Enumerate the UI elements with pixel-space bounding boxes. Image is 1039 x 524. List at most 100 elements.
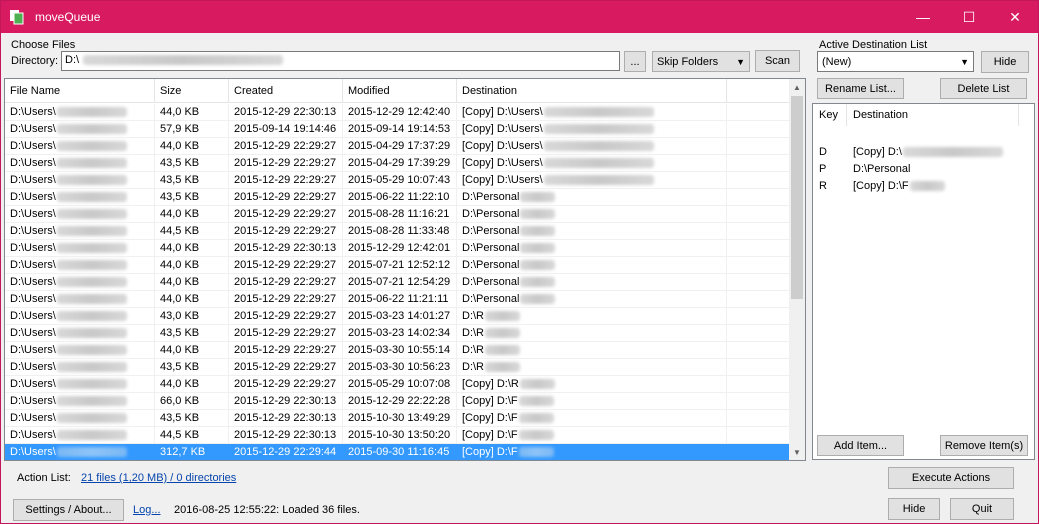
table-row[interactable]: D:\Users\ 44,5 KB 2015-12-29 22:30:13 2015-… — [5, 427, 791, 444]
table-row[interactable]: D:\Users\ 43,5 KB 2015-12-29 22:29:27 2015-… — [5, 325, 791, 342]
file-name-cell-text: D:\Users\ — [10, 140, 56, 152]
table-row[interactable]: D:\Users\ 44,0 KB 2015-12-29 22:30:13 2015-… — [5, 104, 791, 121]
key-destination-text: [Copy] D:\ — [853, 146, 902, 158]
file-list-header: File Name Size Created Modified Destinat… — [5, 79, 791, 103]
spacer-cell — [727, 376, 791, 393]
table-row[interactable]: D:\Users\ 44,0 KB 2015-12-29 22:29:27 2015-… — [5, 291, 791, 308]
scan-button[interactable]: Scan — [755, 50, 800, 72]
skip-folders-select[interactable]: Skip Folders ▼ — [652, 51, 750, 72]
created-cell-text: 2015-12-29 22:29:27 — [234, 361, 337, 373]
column-spacer — [727, 79, 791, 103]
created-cell: 2015-12-29 22:29:27 — [229, 223, 343, 240]
table-row[interactable]: D:\Users\ 43,0 KB 2015-12-29 22:29:27 2015-… — [5, 308, 791, 325]
table-row[interactable]: D:\Users\ 44,0 KB 2015-12-29 22:29:27 2015-… — [5, 376, 791, 393]
destination-cell-text: [Copy] D:\F — [462, 395, 518, 407]
execute-actions-button[interactable]: Execute Actions — [888, 467, 1014, 489]
size-cell-text: 44,0 KB — [160, 259, 200, 271]
redacted-text — [56, 192, 127, 203]
action-list-link[interactable]: 21 files (1,20 MB) / 0 directories — [81, 472, 236, 484]
column-key-destination[interactable]: Destination — [847, 104, 1019, 126]
size-cell: 57,9 KB — [155, 121, 229, 138]
table-row[interactable]: D:\Users\ 312,7 KB 2015-12-29 22:29:44 2015… — [5, 444, 791, 460]
remove-items-button[interactable]: Remove Item(s) — [940, 435, 1028, 456]
column-key[interactable]: Key — [813, 104, 847, 126]
file-name-cell: D:\Users\ — [5, 155, 155, 172]
scroll-up-icon[interactable]: ▲ — [789, 79, 805, 95]
file-name-cell-text: D:\Users\ — [10, 123, 56, 135]
title-bar[interactable]: moveQueue — ☐ ✕ — [1, 1, 1038, 33]
file-name-cell: D:\Users\ — [5, 427, 155, 444]
table-row[interactable]: D:\Users\ 44,0 KB 2015-12-29 22:29:27 2015-… — [5, 274, 791, 291]
maximize-icon[interactable]: ☐ — [946, 1, 992, 33]
log-link[interactable]: Log... — [133, 504, 161, 516]
quit-button[interactable]: Quit — [950, 498, 1014, 520]
column-modified[interactable]: Modified — [343, 79, 457, 103]
size-cell: 44,5 KB — [155, 427, 229, 444]
rename-list-button[interactable]: Rename List... — [817, 78, 904, 99]
table-row[interactable]: D:\Users\ 44,0 KB 2015-12-29 22:30:13 2015-… — [5, 240, 791, 257]
table-row[interactable]: D:\Users\ 66,0 KB 2015-12-29 22:30:13 2015-… — [5, 393, 791, 410]
table-row[interactable]: D:\Users\ 44,0 KB 2015-12-29 22:29:27 2015-… — [5, 206, 791, 223]
modified-cell-text: 2015-09-14 19:14:53 — [348, 123, 451, 135]
file-name-cell-text: D:\Users\ — [10, 344, 56, 356]
table-row[interactable]: D:\Users\ 43,5 KB 2015-12-29 22:29:27 2015-… — [5, 172, 791, 189]
directory-input[interactable]: D:\ — [61, 51, 620, 71]
browse-button[interactable]: ... — [624, 51, 646, 72]
table-row[interactable]: D:\Users\ 44,0 KB 2015-12-29 22:29:27 2015-… — [5, 138, 791, 155]
add-item-button[interactable]: Add Item... — [817, 435, 904, 456]
spacer-cell — [727, 240, 791, 257]
minimize-icon[interactable]: — — [900, 1, 946, 33]
destination-cell: [Copy] D:\Users\ — [457, 121, 727, 138]
redacted-text — [56, 362, 127, 373]
file-name-cell-text: D:\Users\ — [10, 293, 56, 305]
scroll-thumb[interactable] — [791, 96, 803, 299]
size-cell-text: 44,0 KB — [160, 293, 200, 305]
list-item[interactable]: D [Copy] D:\ — [813, 144, 1034, 161]
file-name-cell: D:\Users\ — [5, 189, 155, 206]
redacted-text — [56, 158, 127, 169]
destination-cell-text: [Copy] D:\Users\ — [462, 174, 543, 186]
modified-cell-text: 2015-12-29 12:42:40 — [348, 106, 451, 118]
key-destination-text: D:\Personal — [853, 163, 911, 175]
close-icon[interactable]: ✕ — [992, 1, 1038, 33]
created-cell-text: 2015-12-29 22:30:13 — [234, 412, 337, 424]
destination-key-list[interactable]: Key Destination D [Copy] D:\ P D:\Personal R… — [812, 103, 1035, 460]
redacted-text — [543, 141, 654, 152]
table-row[interactable]: D:\Users\ 44,5 KB 2015-12-29 22:29:27 2015-… — [5, 223, 791, 240]
table-row[interactable]: D:\Users\ 43,5 KB 2015-12-29 22:29:27 2015-… — [5, 155, 791, 172]
destination-cell-text: [Copy] D:\Users\ — [462, 123, 543, 135]
redacted-text — [520, 277, 556, 288]
destination-list-select[interactable]: (New) ▼ — [817, 51, 974, 72]
created-cell-text: 2015-12-29 22:29:27 — [234, 140, 337, 152]
created-cell-text: 2015-12-29 22:29:27 — [234, 293, 337, 305]
list-item[interactable]: R [Copy] D:\F — [813, 178, 1034, 195]
settings-about-button[interactable]: Settings / About... — [13, 499, 124, 521]
destination-cell: D:\Personal — [457, 274, 727, 291]
table-row[interactable]: D:\Users\ 44,0 KB 2015-12-29 22:29:27 2015-… — [5, 257, 791, 274]
hide-destinations-button[interactable]: Hide — [981, 51, 1029, 73]
table-row[interactable]: D:\Users\ 44,0 KB 2015-12-29 22:29:27 2015-… — [5, 342, 791, 359]
redacted-text — [56, 141, 127, 152]
column-created[interactable]: Created — [229, 79, 343, 103]
file-name-cell: D:\Users\ — [5, 444, 155, 460]
file-list-scrollbar[interactable]: ▲ ▼ — [789, 79, 805, 460]
redacted-text — [485, 311, 520, 322]
key-list-body: D [Copy] D:\ P D:\Personal R [Copy] D:\F — [813, 144, 1034, 195]
delete-list-button[interactable]: Delete List — [940, 78, 1027, 99]
table-row[interactable]: D:\Users\ 43,5 KB 2015-12-29 22:29:27 2015-… — [5, 359, 791, 376]
destination-cell: D:\Personal — [457, 189, 727, 206]
table-row[interactable]: D:\Users\ 43,5 KB 2015-12-29 22:30:13 2015-… — [5, 410, 791, 427]
column-destination[interactable]: Destination — [457, 79, 727, 103]
chevron-down-icon: ▼ — [736, 56, 745, 67]
list-item[interactable]: P D:\Personal — [813, 161, 1034, 178]
column-size[interactable]: Size — [155, 79, 229, 103]
redacted-text — [56, 396, 127, 407]
hide-button[interactable]: Hide — [888, 498, 940, 520]
column-file-name[interactable]: File Name — [5, 79, 155, 103]
scroll-down-icon[interactable]: ▼ — [789, 444, 805, 460]
table-row[interactable]: D:\Users\ 57,9 KB 2015-09-14 19:14:46 2015-… — [5, 121, 791, 138]
file-list[interactable]: File Name Size Created Modified Destinat… — [4, 78, 806, 461]
modified-cell-text: 2015-05-29 10:07:08 — [348, 378, 451, 390]
size-cell: 43,5 KB — [155, 359, 229, 376]
table-row[interactable]: D:\Users\ 43,5 KB 2015-12-29 22:29:27 2015-… — [5, 189, 791, 206]
